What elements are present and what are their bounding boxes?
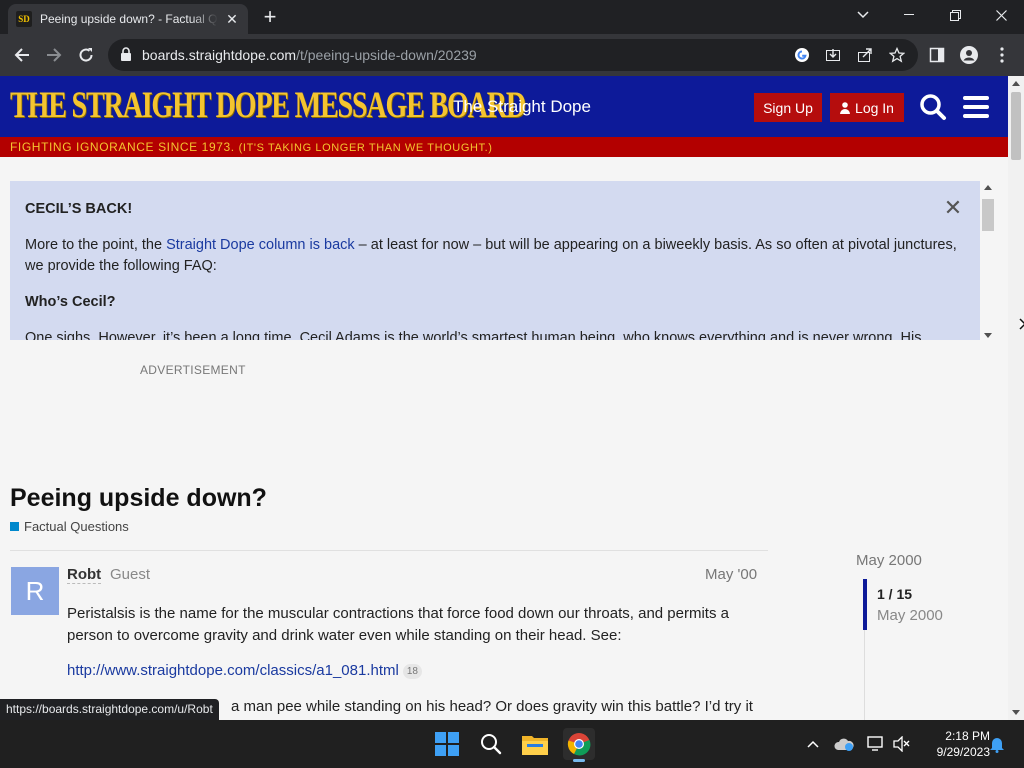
search-icon[interactable]: [919, 93, 947, 121]
log-in-label: Log In: [855, 99, 894, 116]
site-logo[interactable]: THE STRAIGHT DOPE MESSAGE BOARD: [10, 85, 526, 127]
tab-title: Peeing upside down? - Factual Questions: [40, 12, 218, 26]
url-path: /t/peeing-upside-down/20239: [296, 47, 477, 63]
timeline-track[interactable]: [864, 630, 865, 720]
post-body: Peristalsis is the name for the muscular…: [67, 605, 729, 644]
forward-arrow-icon[interactable]: [42, 43, 66, 67]
timeline-scroller-handle[interactable]: [863, 579, 867, 630]
minimize-button[interactable]: [886, 0, 932, 30]
taskbar-search-icon[interactable]: [475, 728, 507, 760]
browser-tab-active[interactable]: SD Peeing upside down? - Factual Questio…: [8, 4, 248, 34]
tray-chevron-up-icon[interactable]: [803, 734, 823, 754]
category-color-square: [10, 522, 19, 531]
side-panel-icon[interactable]: [928, 46, 946, 64]
timeline-start-date[interactable]: May 2000: [856, 552, 922, 569]
url-text[interactable]: boards.straightdope.com/t/peeing-upside-…: [142, 47, 477, 63]
user-icon: [840, 101, 851, 114]
reload-icon[interactable]: [74, 43, 98, 67]
lock-icon[interactable]: [120, 47, 132, 61]
post-body-continued: a man pee while standing on his head? Or…: [231, 698, 753, 715]
install-app-icon[interactable]: [824, 46, 842, 64]
chrome-taskbar-icon[interactable]: [563, 728, 595, 762]
post-user-role: Guest: [110, 566, 151, 583]
resize-cursor-icon: [1019, 318, 1024, 330]
page-viewport: THE STRAIGHT DOPE MESSAGE BOARD The Stra…: [0, 76, 1008, 720]
taskbar-clock[interactable]: 2:18 PM 9/29/2023: [920, 728, 990, 760]
url-host: boards.straightdope.com: [142, 47, 297, 63]
avatar[interactable]: R: [11, 567, 59, 615]
browser-tabstrip: SD Peeing upside down? - Factual Questio…: [0, 0, 1024, 34]
site-header: THE STRAIGHT DOPE MESSAGE BOARD The Stra…: [0, 76, 1008, 137]
banner-scroll-thumb[interactable]: [982, 199, 994, 231]
announcement-banner: CECIL’S BACK! More to the point, the Str…: [10, 181, 982, 340]
tagline-sub: (IT'S TAKING LONGER THAN WE THOUGHT.): [238, 142, 493, 154]
tagline-bar: FIGHTING IGNORANCE SINCE 1973. (IT'S TAK…: [0, 137, 1008, 157]
timeline-position: 1 / 15: [877, 586, 913, 602]
google-lens-icon[interactable]: [793, 46, 811, 64]
favicon-icon: SD: [16, 11, 32, 27]
tab-close-icon[interactable]: ✕: [224, 11, 240, 28]
windows-start-icon[interactable]: [431, 728, 463, 760]
volume-muted-icon[interactable]: [892, 734, 912, 754]
log-in-button[interactable]: Log In: [830, 93, 904, 122]
tagline-main: FIGHTING IGNORANCE SINCE 1973.: [10, 140, 235, 154]
windows-taskbar: 2:18 PM 9/29/2023: [0, 720, 1024, 768]
browser-menu-icon[interactable]: [993, 46, 1011, 64]
title-divider: [10, 550, 768, 551]
column-link[interactable]: Straight Dope column is back: [166, 237, 355, 253]
banner-paragraph-1: More to the point, the Straight Dope col…: [25, 235, 965, 277]
profile-avatar-icon[interactable]: [960, 46, 978, 64]
scroll-up-arrow-icon[interactable]: [1012, 81, 1020, 86]
link-click-count: 18: [402, 663, 422, 679]
category-badge[interactable]: Factual Questions: [10, 519, 129, 534]
clock-date: 9/29/2023: [936, 745, 990, 759]
banner-paragraph-2: One sighs. However, it’s been a long tim…: [25, 330, 922, 340]
hamburger-menu-icon[interactable]: [963, 96, 989, 118]
post-username[interactable]: Robt: [67, 566, 102, 584]
close-window-button[interactable]: [978, 0, 1024, 30]
post-link-url[interactable]: http://www.straightdope.com/classics/a1_…: [67, 662, 399, 679]
topic-title[interactable]: Peeing upside down?: [10, 484, 267, 513]
advertisement-label: ADVERTISEMENT: [140, 363, 246, 377]
file-explorer-icon[interactable]: [519, 728, 551, 760]
timeline-position-date: May 2000: [877, 607, 943, 624]
page-scroll-thumb[interactable]: [1011, 92, 1021, 160]
banner-para1-pre: More to the point, the: [25, 237, 167, 253]
notification-bell-icon[interactable]: [987, 734, 1007, 754]
scroll-down-arrow-icon[interactable]: [1012, 710, 1020, 715]
post-date[interactable]: May '00: [705, 566, 757, 583]
browser-toolbar: boards.straightdope.com/t/peeing-upside-…: [0, 34, 1024, 76]
banner-scrollbar[interactable]: [980, 181, 996, 340]
sign-up-button[interactable]: Sign Up: [754, 93, 822, 122]
onedrive-cloud-icon[interactable]: [834, 734, 854, 754]
restore-button[interactable]: [932, 0, 978, 30]
clock-time: 2:18 PM: [945, 729, 990, 743]
banner-close-icon[interactable]: ✕: [943, 197, 963, 219]
category-label: Factual Questions: [24, 519, 129, 534]
tab-search-chevron-icon[interactable]: [840, 0, 886, 30]
network-display-icon[interactable]: [866, 734, 886, 754]
banner-heading: CECIL’S BACK!: [25, 201, 133, 217]
banner-content: CECIL’S BACK! More to the point, the Str…: [25, 199, 965, 340]
status-bar-url: https://boards.straightdope.com/u/Robt: [0, 699, 219, 720]
page-scrollbar[interactable]: [1008, 76, 1024, 720]
share-icon[interactable]: [856, 46, 874, 64]
back-arrow-icon[interactable]: [10, 43, 34, 67]
banner-subheading: Who’s Cecil?: [25, 294, 116, 310]
new-tab-button[interactable]: +: [258, 6, 282, 30]
address-bar[interactable]: boards.straightdope.com/t/peeing-upside-…: [108, 39, 918, 71]
bookmark-star-icon[interactable]: [888, 46, 906, 64]
post-link[interactable]: http://www.straightdope.com/classics/a1_…: [67, 662, 422, 679]
site-name-link[interactable]: The Straight Dope: [453, 97, 591, 117]
tagline: FIGHTING IGNORANCE SINCE 1973. (IT'S TAK…: [10, 140, 493, 154]
